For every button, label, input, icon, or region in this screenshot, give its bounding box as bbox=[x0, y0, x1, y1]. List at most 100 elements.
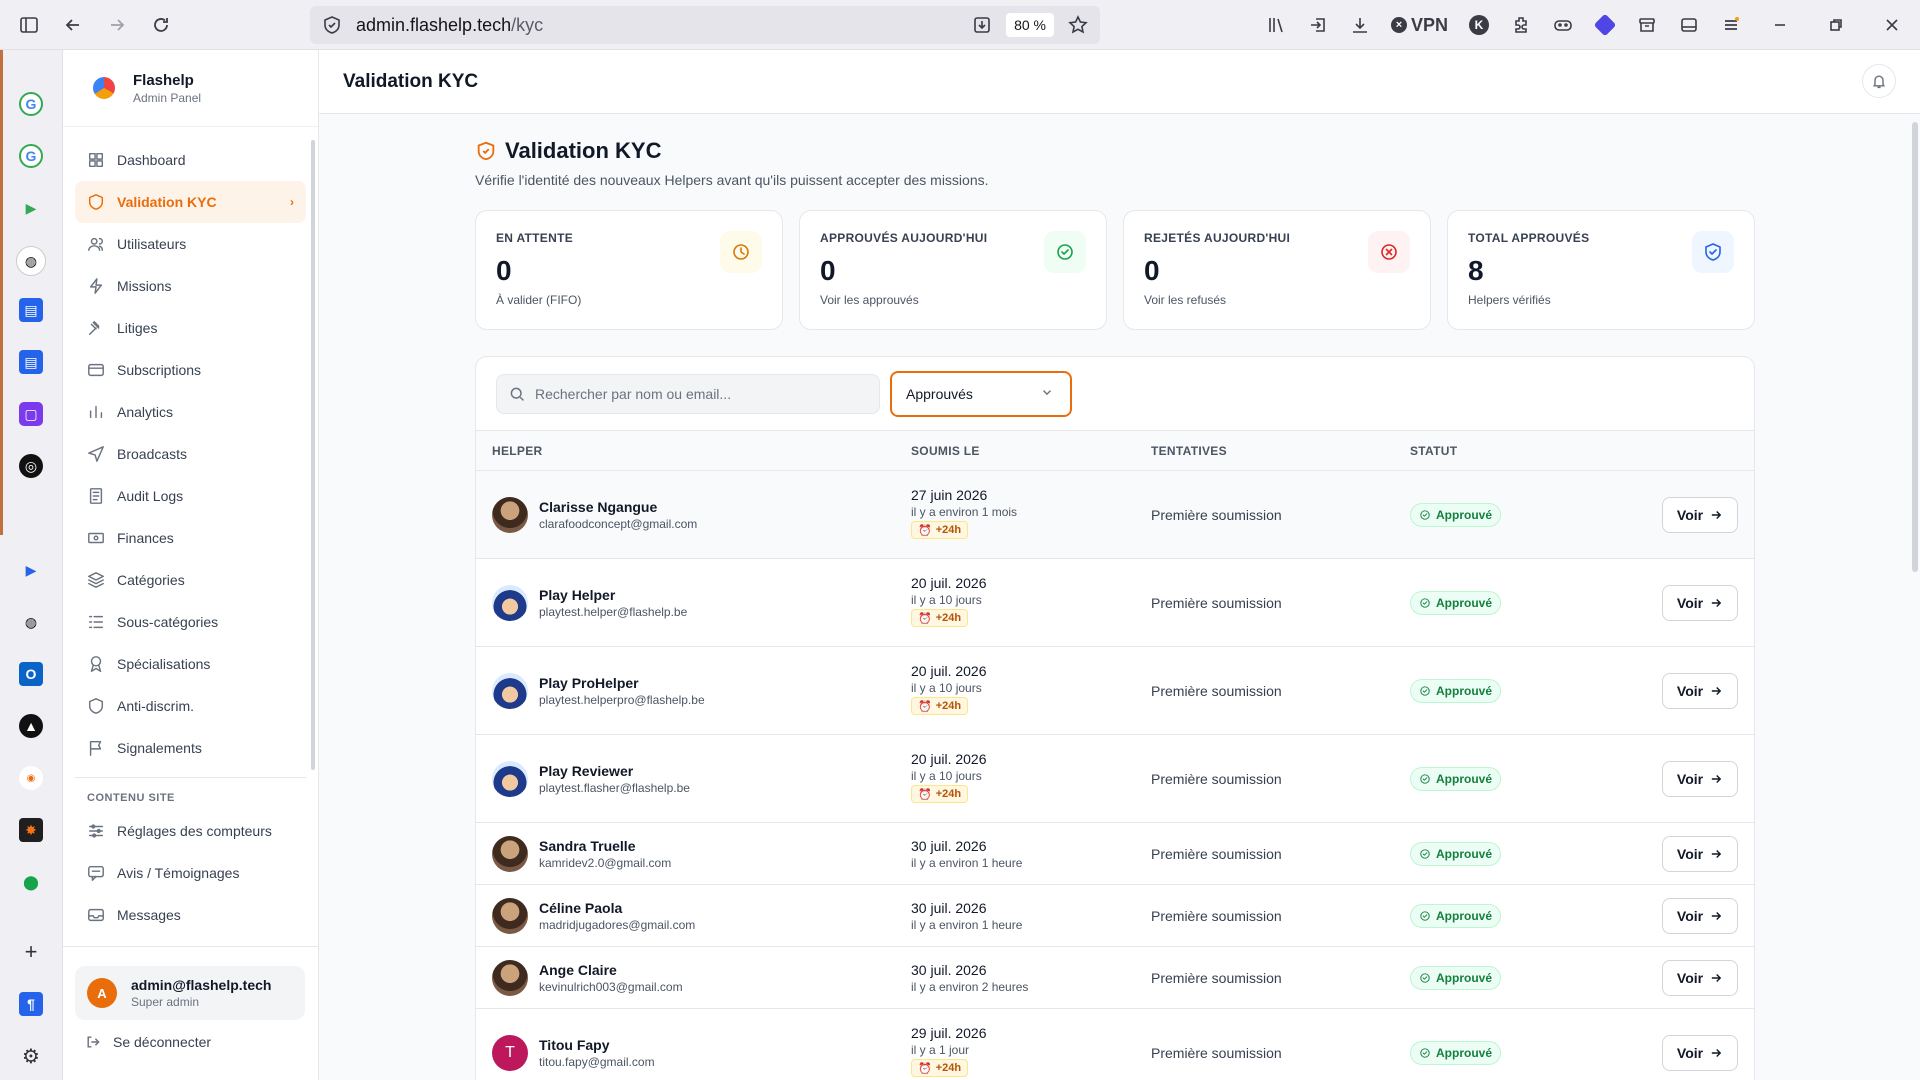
view-button[interactable]: Voir bbox=[1662, 898, 1738, 934]
restore-icon[interactable] bbox=[1808, 0, 1864, 50]
sidebar-item-reglages-des-compteurs[interactable]: Réglages des compteurs bbox=[75, 810, 306, 852]
minimize-icon[interactable] bbox=[1752, 0, 1808, 50]
sidebar-item-specialisations[interactable]: Spécialisations bbox=[75, 643, 306, 685]
media-app-icon[interactable]: ◎ bbox=[19, 454, 43, 478]
google-play-icon[interactable]: ▶ bbox=[19, 196, 43, 220]
view-label: Voir bbox=[1676, 970, 1704, 986]
google-icon[interactable]: G bbox=[19, 92, 43, 116]
view-button[interactable]: Voir bbox=[1662, 836, 1738, 872]
sidebar-item-signalements[interactable]: Signalements bbox=[75, 727, 306, 769]
tracking-shield-icon[interactable] bbox=[322, 15, 342, 35]
globe-icon[interactable]: ◍ bbox=[16, 246, 46, 276]
address-bar[interactable]: admin.flashelp.tech/kyc 80 % bbox=[310, 6, 1100, 44]
stat-card-approuves-aujourd-hui[interactable]: APPROUVÉS AUJOURD'HUI 0 Voir les approuvés bbox=[799, 210, 1107, 330]
status-filter-select[interactable]: Approuvés bbox=[890, 370, 1072, 417]
burst-app-icon[interactable]: ✸ bbox=[19, 818, 43, 842]
sign-in-icon[interactable] bbox=[1297, 0, 1339, 50]
forward-icon[interactable] bbox=[102, 10, 132, 40]
zoom-level[interactable]: 80 % bbox=[1006, 13, 1054, 37]
extensions-icon[interactable] bbox=[1500, 0, 1542, 50]
sidebar-item-categories[interactable]: Catégories bbox=[75, 559, 306, 601]
library-icon[interactable] bbox=[1255, 0, 1297, 50]
sidebar-item-analytics[interactable]: Analytics bbox=[75, 391, 306, 433]
add-panel-icon[interactable]: + bbox=[19, 939, 43, 964]
check-circle-icon bbox=[1419, 597, 1431, 609]
view-button[interactable]: Voir bbox=[1662, 673, 1738, 709]
search-box[interactable] bbox=[496, 373, 880, 414]
vpn-button[interactable]: × VPN bbox=[1381, 15, 1458, 36]
url-text: admin.flashelp.tech/kyc bbox=[356, 15, 543, 36]
sidebar-item-messages[interactable]: Messages bbox=[75, 894, 306, 936]
notifications-button[interactable] bbox=[1862, 64, 1896, 98]
search-input[interactable] bbox=[535, 385, 865, 402]
k-extension-icon[interactable]: K bbox=[1458, 0, 1500, 50]
view-button[interactable]: Voir bbox=[1662, 1035, 1738, 1071]
dashboard-app-icon[interactable]: ▤ bbox=[19, 350, 43, 374]
user-card[interactable]: A admin@flashelp.tech Super admin bbox=[75, 966, 305, 1020]
stat-subtitle: Voir les refusés bbox=[1144, 293, 1227, 307]
chat-app-icon[interactable]: ▢ bbox=[19, 402, 43, 426]
sidebar-item-utilisateurs[interactable]: Utilisateurs bbox=[75, 223, 306, 265]
page-title-row: Validation KYC bbox=[475, 138, 1755, 164]
translate-app-icon[interactable]: ¶ bbox=[19, 992, 43, 1016]
menu-icon[interactable] bbox=[1710, 0, 1752, 50]
triangle-app-icon[interactable]: ▲ bbox=[19, 714, 43, 738]
back-icon[interactable] bbox=[58, 10, 88, 40]
sidebar-item-label: Finances bbox=[117, 530, 174, 546]
sidebar-item-broadcasts[interactable]: Broadcasts bbox=[75, 433, 306, 475]
sidebar-item-litiges[interactable]: Litiges bbox=[75, 307, 306, 349]
view-button[interactable]: Voir bbox=[1662, 960, 1738, 996]
google-play-icon[interactable]: ▶ bbox=[19, 558, 43, 582]
sidebar-item-validation-kyc[interactable]: Validation KYC › bbox=[75, 181, 306, 223]
sidebar-item-avis-temoignages[interactable]: Avis / Témoignages bbox=[75, 852, 306, 894]
status-label: Approuvé bbox=[1436, 772, 1493, 786]
diamond-extension-icon[interactable] bbox=[1584, 0, 1626, 50]
google-icon[interactable]: G bbox=[19, 144, 43, 168]
logout-button[interactable]: Se déconnecter bbox=[85, 1034, 211, 1050]
view-button[interactable]: Voir bbox=[1662, 761, 1738, 797]
sidebar-item-sous-categories[interactable]: Sous-catégories bbox=[75, 601, 306, 643]
maps-icon[interactable]: ⬤ bbox=[19, 870, 43, 894]
gamepad-icon[interactable] bbox=[1542, 0, 1584, 50]
apple-icon[interactable] bbox=[19, 506, 43, 530]
view-button[interactable]: Voir bbox=[1662, 585, 1738, 621]
sidebar-item-dashboard[interactable]: Dashboard bbox=[75, 139, 306, 181]
outlook-icon[interactable]: O bbox=[19, 662, 43, 686]
download-page-icon[interactable] bbox=[972, 15, 992, 35]
settings-gear-icon[interactable]: ⚙ bbox=[19, 1044, 43, 1068]
reader-view-icon[interactable] bbox=[1668, 0, 1710, 50]
reload-icon[interactable] bbox=[146, 10, 176, 40]
close-window-icon[interactable] bbox=[1864, 0, 1920, 50]
sidebar-menu: Dashboard Validation KYC › Utilisateurs Miss… bbox=[63, 127, 318, 769]
sidebar-toggle-icon[interactable] bbox=[14, 10, 44, 40]
sidebar-item-finances[interactable]: Finances bbox=[75, 517, 306, 559]
view-label: Voir bbox=[1676, 908, 1704, 924]
layers-icon bbox=[87, 571, 105, 589]
stat-card-total-approuves[interactable]: TOTAL APPROUVÉS 8 Helpers vérifiés bbox=[1447, 210, 1755, 330]
avatar bbox=[492, 898, 528, 934]
dashboard-app-icon[interactable]: ▤ bbox=[19, 298, 43, 322]
chart-icon bbox=[87, 403, 105, 421]
flashelp-icon[interactable]: ◉ bbox=[19, 766, 43, 790]
brand[interactable]: Flashelp Admin Panel bbox=[63, 50, 318, 127]
helper-email: titou.fapy@gmail.com bbox=[539, 1055, 655, 1069]
avatar bbox=[492, 497, 528, 533]
bell-icon bbox=[1873, 75, 1885, 89]
stat-card-en-attente[interactable]: EN ATTENTE 0 À valider (FIFO) bbox=[475, 210, 783, 330]
overdue-badge: ⏰ +24h bbox=[911, 521, 969, 539]
view-button[interactable]: Voir bbox=[1662, 497, 1738, 533]
bookmark-star-icon[interactable] bbox=[1068, 15, 1088, 35]
globe-icon[interactable]: ◍ bbox=[19, 610, 43, 634]
sidebar-item-audit-logs[interactable]: Audit Logs bbox=[75, 475, 306, 517]
sidebar-item-anti-discrim[interactable]: Anti-discrim. bbox=[75, 685, 306, 727]
archive-icon[interactable] bbox=[1626, 0, 1668, 50]
page-scrollbar[interactable] bbox=[1912, 122, 1918, 572]
table-header: HELPER SOUMIS LE TENTATIVES STATUT bbox=[476, 431, 1754, 471]
stat-card-rejetes-aujourd-hui[interactable]: REJETÉS AUJOURD'HUI 0 Voir les refusés bbox=[1123, 210, 1431, 330]
sidebar-item-missions[interactable]: Missions bbox=[75, 265, 306, 307]
sidebar-scrollbar[interactable] bbox=[311, 140, 315, 770]
submitted-relative: il y a 1 jour bbox=[911, 1043, 970, 1057]
overdue-label: +24h bbox=[935, 612, 962, 624]
sidebar-item-subscriptions[interactable]: Subscriptions bbox=[75, 349, 306, 391]
downloads-icon[interactable] bbox=[1339, 0, 1381, 50]
